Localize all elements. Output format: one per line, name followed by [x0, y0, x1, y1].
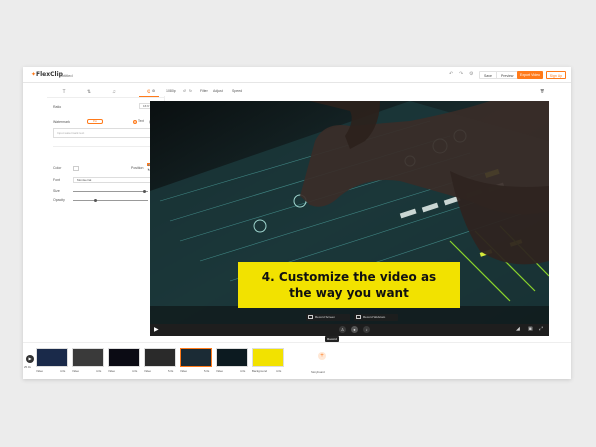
rotate-left-icon[interactable]: ↺: [183, 89, 186, 93]
divider: [53, 146, 159, 147]
playback-controls: ▶ ♙ ● ♪ ◢ ▣ ⤢: [150, 324, 549, 336]
clip-label: Background: [252, 369, 267, 373]
timeline: ▶ 25.0s Video 4.0s Video 4.0s Video 4.0s Video…: [23, 342, 571, 379]
clip-duration: 4.0s: [276, 369, 282, 373]
size-slider-knob[interactable]: [142, 190, 146, 193]
clip-duration: 5.0s: [168, 369, 174, 373]
clip-label: Video: [180, 369, 188, 373]
opacity-slider[interactable]: [73, 199, 148, 202]
timeline-current-time: 25.0s: [24, 365, 31, 369]
fit-icon[interactable]: ▣: [528, 326, 533, 332]
undo-icon[interactable]: ↶: [449, 71, 453, 77]
screen-icon: [308, 315, 313, 319]
clip-label: Video: [36, 369, 44, 373]
font-label: Font: [53, 178, 61, 182]
text-tab-icon[interactable]: T: [59, 88, 69, 96]
record-webcam-button[interactable]: Record Webcam: [354, 314, 398, 321]
delete-icon[interactable]: 🗑: [540, 89, 544, 93]
export-video-button[interactable]: Export Video: [517, 71, 543, 79]
timeline-clip[interactable]: [72, 348, 104, 367]
clip-label: Video: [72, 369, 80, 373]
font-select[interactable]: Montserrat: [73, 177, 161, 183]
panel-tabs: T ⇅ ♫ ⚙: [47, 86, 165, 98]
speed-button[interactable]: Speed: [232, 89, 242, 93]
fullscreen-icon[interactable]: ⤢: [539, 326, 543, 332]
clip-label: Video: [144, 369, 152, 373]
settings-panel: T ⇅ ♫ ⚙ Ratio 16:9 ▾ Watermark Pro Text …: [47, 86, 165, 336]
record-screen-button[interactable]: Record Screen: [306, 314, 350, 321]
pro-badge: Pro: [87, 119, 103, 124]
resolution-select[interactable]: 1080p: [166, 89, 176, 93]
opacity-label: Opacity: [53, 198, 65, 202]
settings-icon[interactable]: ⚙: [469, 71, 473, 77]
timeline-clip[interactable]: [252, 348, 284, 367]
rotate-right-icon[interactable]: ↻: [189, 89, 192, 93]
watermark-label: Watermark: [53, 120, 70, 124]
app-window: ✦FlexClip Untitled ↶ ↷ ⚙ Save Preview Ex…: [23, 67, 571, 379]
redo-icon[interactable]: ↷: [459, 71, 463, 77]
background-settings-icon[interactable]: ⚙: [152, 89, 155, 93]
video-caption-text[interactable]: 4. Customize the video as the way you wa…: [238, 262, 460, 308]
color-label: Color: [53, 166, 62, 170]
timeline-clip[interactable]: [36, 348, 68, 367]
record-icon[interactable]: ●: [351, 326, 358, 333]
timeline-clip[interactable]: [216, 348, 248, 367]
clip-duration: 4.0s: [60, 369, 66, 373]
caption-line-2: the way you want: [289, 286, 409, 300]
add-storyboard-button[interactable]: + Storyboard: [309, 348, 335, 374]
mic-icon[interactable]: ♪: [363, 326, 370, 333]
filter-tab-icon[interactable]: ⇅: [84, 88, 94, 96]
video-preview[interactable]: 4. Customize the video as the way you wa…: [150, 101, 549, 324]
plus-icon: +: [318, 352, 326, 360]
top-bar: ✦FlexClip Untitled ↶ ↷ ⚙ Save Preview Ex…: [23, 67, 571, 83]
music-tab-icon[interactable]: ♫: [109, 88, 119, 96]
save-button[interactable]: Save: [479, 71, 497, 79]
filter-button[interactable]: Filter: [200, 89, 208, 93]
clip-duration: 5.0s: [204, 369, 210, 373]
size-label: Size: [53, 189, 60, 193]
clip-label: Video: [216, 369, 224, 373]
sign-up-button[interactable]: Sign Up: [546, 71, 566, 79]
timeline-play-icon[interactable]: ▶: [26, 355, 34, 363]
play-icon[interactable]: ▶: [154, 326, 159, 333]
color-swatch[interactable]: [73, 166, 79, 171]
watermark-text-input[interactable]: Input watermark text: [53, 128, 159, 138]
person-icon[interactable]: ♙: [339, 326, 346, 333]
clip-label: Video: [108, 369, 116, 373]
caption-line-1: 4. Customize the video as: [261, 270, 437, 284]
clip-duration: 4.0s: [132, 369, 138, 373]
ratio-label: Ratio: [53, 105, 62, 109]
record-tooltip: Record: [325, 336, 339, 342]
adjust-button[interactable]: Adjust: [213, 89, 223, 93]
storyboard-label: Storyboard: [311, 370, 325, 374]
timeline-clip[interactable]: [180, 348, 212, 367]
text-radio-label: Text: [138, 119, 144, 123]
volume-icon[interactable]: ◢: [516, 326, 520, 332]
clip-duration: 4.0s: [240, 369, 246, 373]
text-radio[interactable]: [133, 120, 137, 124]
clip-duration: 4.0s: [96, 369, 102, 373]
preview-button[interactable]: Preview: [496, 71, 519, 79]
video-toolbar: ⚙ 1080p ↺ ↻ Filter Adjust Speed 🗑: [150, 86, 571, 96]
size-slider[interactable]: [73, 190, 148, 193]
document-title[interactable]: Untitled: [59, 73, 73, 78]
timeline-clip[interactable]: [144, 348, 176, 367]
position-label: Position: [131, 166, 144, 170]
webcam-icon: [356, 315, 361, 319]
opacity-slider-knob[interactable]: [94, 199, 97, 202]
timeline-clip[interactable]: [108, 348, 140, 367]
record-options: Record Screen Record Webcam: [306, 314, 398, 323]
active-tab-indicator: [139, 96, 159, 97]
